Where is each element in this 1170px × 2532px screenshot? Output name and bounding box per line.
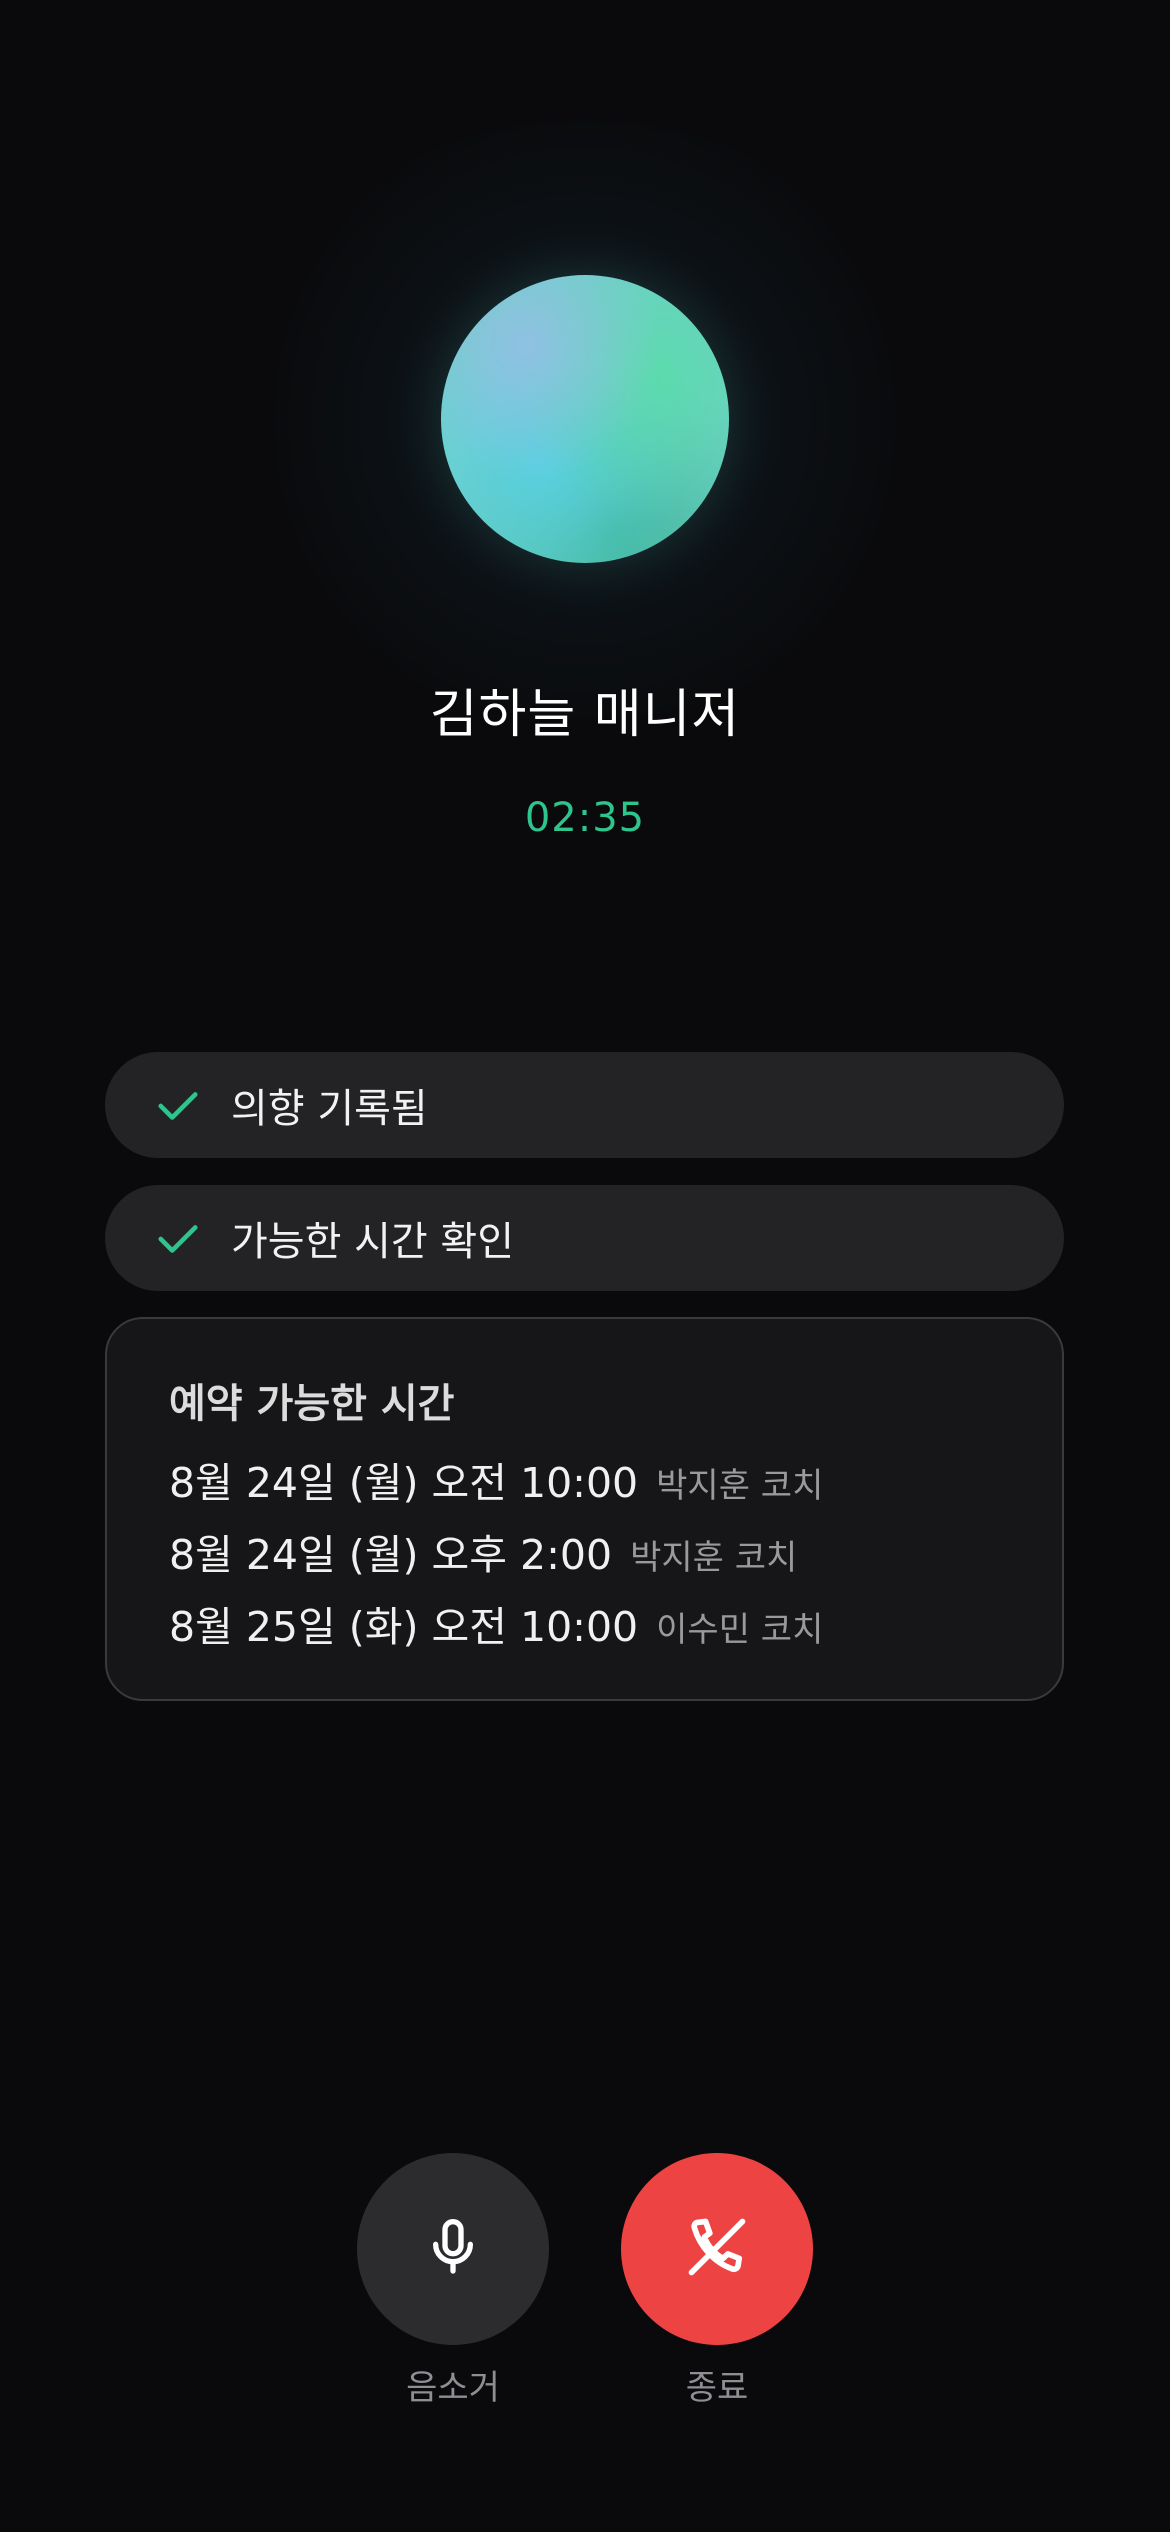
caller-avatar-orb xyxy=(441,275,729,563)
status-item-intent-recorded: 의향 기록됨 xyxy=(105,1052,1064,1158)
slot-item[interactable]: 8월 24일 (월) 오후 2:00 박지훈 코치 xyxy=(169,1521,797,1581)
caller-name: 김하늘 매니저 xyxy=(429,685,741,745)
slot-coach: 박지훈 코치 xyxy=(630,1538,798,1578)
slot-item[interactable]: 8월 25일 (화) 오전 10:00 이수민 코치 xyxy=(169,1593,823,1653)
slot-coach: 이수민 코치 xyxy=(656,1610,824,1650)
check-icon xyxy=(155,1215,201,1261)
slot-coach: 박지훈 코치 xyxy=(656,1466,824,1506)
slots-title: 예약 가능한 시간 xyxy=(169,1381,455,1427)
status-item-label: 의향 기록됨 xyxy=(231,1086,428,1132)
slot-time: 8월 25일 (화) 오전 10:00 xyxy=(169,1603,639,1651)
mute-label: 음소거 xyxy=(406,2368,500,2408)
check-icon xyxy=(155,1082,201,1128)
end-call-button[interactable] xyxy=(621,2153,813,2345)
call-timer: 02:35 xyxy=(524,795,646,841)
microphone-icon xyxy=(421,2215,485,2283)
status-item-availability-checked: 가능한 시간 확인 xyxy=(105,1185,1064,1291)
slot-time: 8월 24일 (월) 오전 10:00 xyxy=(169,1459,639,1507)
end-call-label: 종료 xyxy=(685,2368,749,2408)
slot-time: 8월 24일 (월) 오후 2:00 xyxy=(169,1531,613,1579)
available-slots-card: 예약 가능한 시간 8월 24일 (월) 오전 10:00 박지훈 코치 8월 … xyxy=(105,1317,1064,1701)
mute-button[interactable] xyxy=(357,2153,549,2345)
status-item-label: 가능한 시간 확인 xyxy=(231,1219,515,1265)
slot-item[interactable]: 8월 24일 (월) 오전 10:00 박지훈 코치 xyxy=(169,1449,823,1509)
phone-off-icon xyxy=(681,2211,753,2287)
